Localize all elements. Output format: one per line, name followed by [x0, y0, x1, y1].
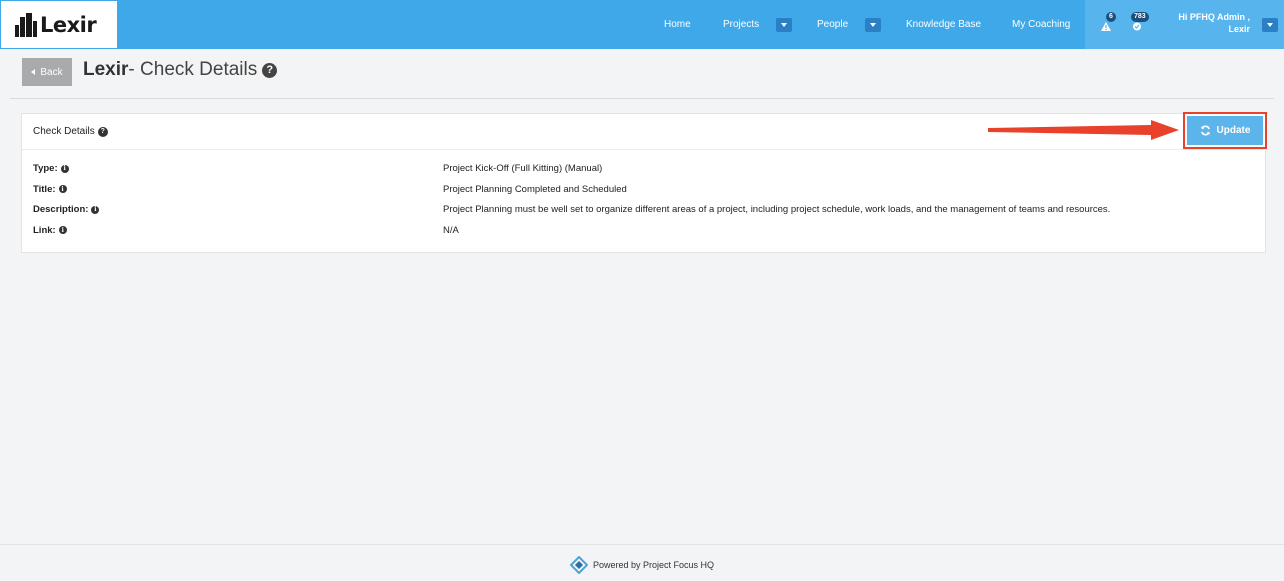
alerts-count-badge: 6: [1106, 12, 1116, 22]
link-value: N/A: [443, 224, 459, 236]
update-button-label: Update: [1216, 125, 1251, 136]
nav-people[interactable]: People: [817, 0, 882, 49]
footer-text[interactable]: Powered by Project Focus HQ: [593, 560, 714, 570]
detail-row-description: Description: i Project Planning must be w…: [22, 201, 1265, 222]
info-icon[interactable]: i: [58, 185, 67, 193]
footer: Powered by Project Focus HQ: [0, 556, 1284, 574]
bell-icon: [1132, 22, 1141, 31]
type-label: Type:: [33, 163, 58, 174]
link-label: Link:: [33, 224, 56, 236]
type-value: Project Kick-Off (Full Kitting) (Manual): [443, 163, 603, 174]
user-dropdown-icon[interactable]: [1262, 18, 1278, 32]
nav-home[interactable]: Home: [664, 0, 691, 49]
detail-row-title: Title: i Project Planning Completed and S…: [22, 181, 1265, 202]
update-highlight-box: Update: [1183, 112, 1267, 149]
nav-projects-label: Projects: [723, 19, 760, 30]
top-navbar: Lexir Home Projects People Knowledge Bas…: [0, 0, 1284, 49]
panel-help-icon[interactable]: ?: [97, 126, 108, 137]
back-button-label: Back: [40, 66, 63, 78]
refresh-icon: [1200, 125, 1210, 136]
info-icon[interactable]: i: [91, 205, 100, 214]
update-button[interactable]: Update: [1187, 116, 1263, 145]
info-icon[interactable]: i: [60, 164, 69, 173]
footer-divider: [0, 544, 1284, 545]
app-logo[interactable]: Lexir: [1, 1, 117, 48]
nav-projects[interactable]: Projects: [723, 0, 793, 49]
people-dropdown-icon[interactable]: [865, 17, 882, 32]
back-button[interactable]: Back: [22, 58, 72, 86]
pfhq-logo-icon: [569, 556, 588, 574]
help-icon[interactable]: ?: [262, 62, 278, 78]
nav-people-label: People: [817, 19, 849, 30]
nav-knowledge-base-label: Knowledge Base: [906, 19, 982, 30]
annotation-arrow-icon: [988, 120, 1179, 140]
alerts-button[interactable]: 6: [1096, 12, 1116, 31]
nav-my-coaching-label: My Coaching: [1012, 19, 1071, 30]
details-list: Type: i Project Kick-Off (Full Kitting) (…: [22, 150, 1265, 242]
page-title-org: Lexir: [83, 59, 129, 80]
notifications-count-badge: 783: [1131, 12, 1149, 22]
projects-dropdown-icon[interactable]: [776, 17, 793, 32]
header-divider: [10, 98, 1274, 99]
description-value: Project Planning must be well set to org…: [443, 204, 1111, 215]
info-icon[interactable]: i: [58, 226, 67, 234]
user-org: Lexir: [1228, 24, 1250, 34]
panel-heading: Check Details: [33, 126, 95, 137]
detail-row-link: Link: i N/A: [22, 222, 1265, 243]
title-value: Project Planning Completed and Scheduled: [443, 183, 627, 195]
page-title-text: - Check Details: [128, 59, 258, 80]
warning-icon: [1100, 22, 1111, 31]
user-greeting: Hi PFHQ Admin ,: [1178, 12, 1250, 22]
description-label: Description:: [33, 204, 89, 215]
nav-home-label: Home: [664, 19, 691, 30]
title-label: Title:: [33, 183, 56, 195]
detail-row-type: Type: i Project Kick-Off (Full Kitting) (…: [22, 160, 1265, 181]
notifications-button[interactable]: 783: [1125, 12, 1149, 31]
page-title: Lexir- Check Details ?: [83, 59, 278, 81]
building-logo-icon: [15, 12, 38, 37]
nav-knowledge-base[interactable]: Knowledge Base: [906, 0, 981, 49]
user-menu[interactable]: Hi PFHQ Admin , Lexir: [1160, 11, 1250, 35]
nav-my-coaching[interactable]: My Coaching: [1012, 0, 1070, 49]
logo-text: Lexir: [40, 12, 97, 37]
